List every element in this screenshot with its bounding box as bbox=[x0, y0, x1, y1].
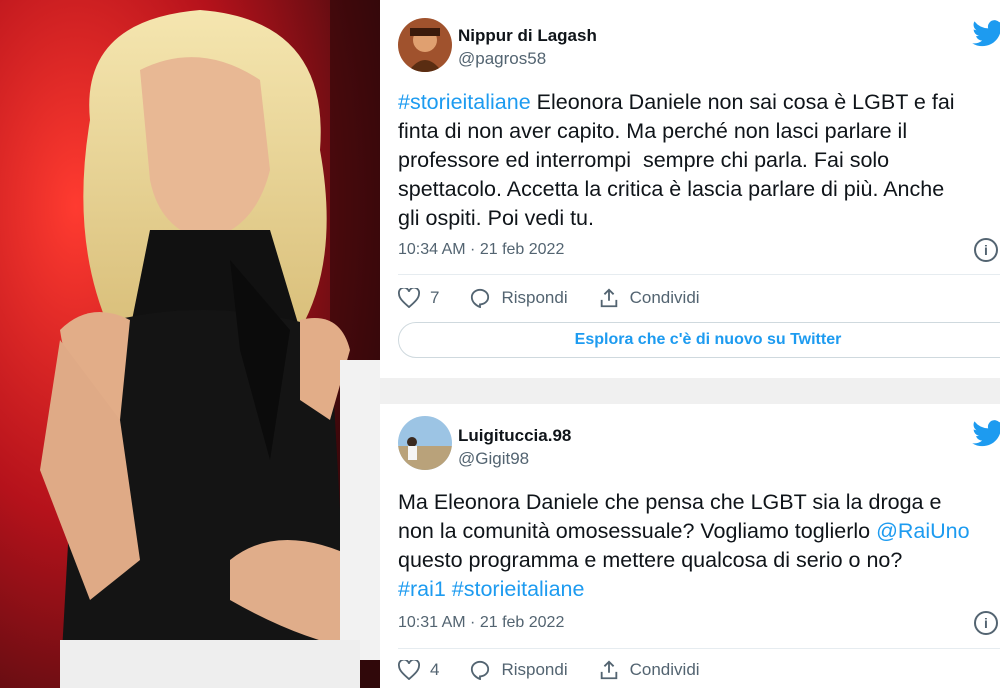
handle[interactable]: @pagros58 bbox=[458, 49, 546, 69]
hashtag-link[interactable]: #rai1 #storieitaliane bbox=[398, 577, 584, 601]
tweet-text: #storieitaliane Eleonora Daniele non sai… bbox=[398, 88, 998, 233]
reply-button[interactable]: Rispondi bbox=[469, 660, 568, 680]
twitter-bird-icon[interactable] bbox=[972, 420, 1000, 448]
tweet-body: Ma Eleonora Daniele che pensa che LGBT s… bbox=[398, 490, 942, 543]
twitter-bird-icon[interactable] bbox=[972, 20, 1000, 48]
share-button[interactable]: Condividi bbox=[598, 659, 700, 681]
like-count: 4 bbox=[430, 660, 440, 679]
like-button[interactable]: 7 bbox=[398, 288, 439, 308]
share-icon bbox=[600, 288, 617, 308]
reply-button[interactable]: Rispondi bbox=[469, 288, 568, 308]
divider bbox=[398, 648, 1000, 649]
tweet-text: Ma Eleonora Daniele che pensa che LGBT s… bbox=[398, 488, 998, 604]
tweet-card[interactable]: Nippur di Lagash @pagros58 #storieitalia… bbox=[380, 0, 1000, 378]
reply-icon bbox=[471, 660, 490, 680]
share-label: Condividi bbox=[629, 288, 700, 307]
like-button[interactable]: 4 bbox=[398, 660, 439, 680]
divider bbox=[398, 274, 1000, 275]
action-bar: 7 Rispondi Condividi bbox=[398, 287, 730, 309]
timestamp[interactable]: 10:34 AM · 21 feb 2022 bbox=[398, 241, 564, 259]
explore-button[interactable]: Esplora che c'è di nuovo su Twitter bbox=[398, 322, 1000, 358]
display-name[interactable]: Nippur di Lagash bbox=[458, 26, 597, 46]
hashtag-link[interactable]: #storieitaliane bbox=[398, 90, 531, 114]
display-name[interactable]: Luigituccia.98 bbox=[458, 426, 571, 446]
reply-label: Rispondi bbox=[501, 660, 568, 679]
avatar[interactable] bbox=[398, 416, 452, 470]
avatar[interactable] bbox=[398, 18, 452, 72]
tweet-body: questo programma e mettere qualcosa di s… bbox=[398, 548, 903, 572]
handle[interactable]: @Gigit98 bbox=[458, 449, 529, 469]
heart-icon bbox=[398, 660, 420, 680]
mention-link[interactable]: @RaiUno bbox=[876, 519, 970, 543]
timestamp[interactable]: 10:31 AM · 21 feb 2022 bbox=[398, 614, 564, 632]
share-label: Condividi bbox=[629, 660, 700, 679]
share-button[interactable]: Condividi bbox=[598, 287, 700, 309]
heart-icon bbox=[398, 288, 420, 308]
reply-icon bbox=[471, 288, 490, 308]
info-icon[interactable]: i bbox=[974, 238, 998, 262]
share-icon bbox=[600, 660, 617, 680]
tweet-card[interactable]: Luigituccia.98 @Gigit98 Ma Eleonora Dani… bbox=[380, 404, 1000, 688]
like-count: 7 bbox=[430, 288, 440, 307]
reply-label: Rispondi bbox=[501, 288, 568, 307]
action-bar: 4 Rispondi Condividi bbox=[398, 659, 730, 681]
info-icon[interactable]: i bbox=[974, 611, 998, 635]
photo bbox=[0, 0, 380, 688]
